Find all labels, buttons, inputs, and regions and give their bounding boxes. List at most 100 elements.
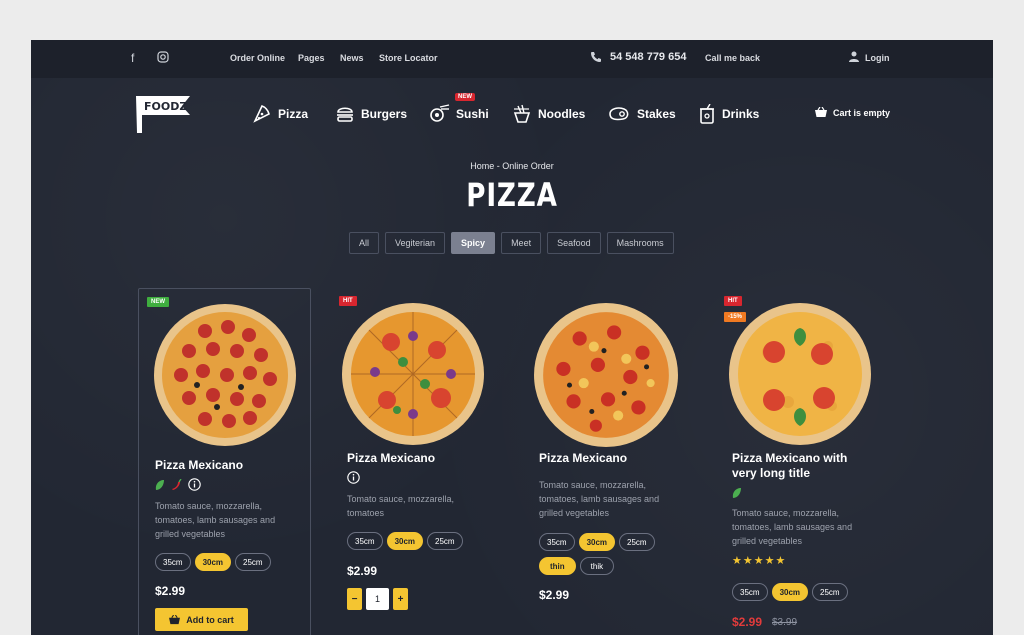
filter-vegiterian[interactable]: Vegiterian	[385, 232, 446, 254]
product-name[interactable]: Pizza Mexicano	[155, 458, 243, 473]
breadcrumb[interactable]: Home - Online Order	[31, 161, 993, 171]
chili-icon	[172, 478, 182, 490]
old-price: $3.99	[772, 617, 798, 628]
new-badge: NEW	[147, 297, 169, 307]
pizza-image[interactable]	[341, 302, 485, 446]
size-option-35[interactable]: 35cm	[732, 583, 768, 601]
filter-meet[interactable]: Meet	[501, 232, 542, 254]
nav-item-drinks[interactable]: Drinks	[698, 103, 759, 125]
phone-icon	[590, 51, 602, 66]
top-bar: f Order Online Pages News Store Locator …	[31, 40, 993, 78]
size-option-25[interactable]: 25cm	[619, 533, 655, 551]
product-card[interactable]: HIT Pizza Mexicano Tomato sauce, mozzare…	[331, 288, 504, 635]
page-title: PIZZA	[466, 176, 558, 214]
product-name[interactable]: Pizza Mexicano	[539, 451, 627, 466]
product-card[interactable]: Pizza Mexicano Tomato sauce, mozzarella,…	[523, 288, 696, 635]
info-icon[interactable]	[347, 471, 360, 484]
rating-stars: ★★★★★	[732, 555, 787, 567]
topbar-link-pages[interactable]: Pages	[298, 53, 325, 63]
nav-item-noodles[interactable]: Noodles	[512, 103, 585, 125]
nav-item-pizza[interactable]: Pizza	[252, 103, 308, 125]
size-option-35[interactable]: 35cm	[539, 533, 575, 551]
size-options: 35cm 30cm 25cm	[732, 583, 848, 601]
size-option-25[interactable]: 25cm	[812, 583, 848, 601]
product-price: $2.99	[347, 564, 378, 578]
facebook-icon[interactable]: f	[131, 51, 134, 65]
topbar-link-store-locator[interactable]: Store Locator	[379, 53, 438, 63]
size-options: 35cm 30cm 25cm	[347, 532, 463, 550]
product-name[interactable]: Pizza Mexicano	[347, 451, 435, 466]
size-option-25[interactable]: 25cm	[235, 553, 271, 571]
basket-icon	[169, 614, 181, 624]
product-description: Tomato sauce, mozzarella, tomatoes, lamb …	[539, 480, 660, 518]
quantity-stepper: − 1 +	[347, 588, 408, 610]
brand-logo[interactable]: FOODZ	[134, 93, 192, 140]
product-card[interactable]: NEW Pizza Mexicano Tomato sauce, mozzare…	[138, 288, 311, 635]
pizza-image[interactable]	[728, 302, 872, 446]
noodles-icon	[513, 104, 531, 123]
user-icon[interactable]	[849, 51, 859, 65]
increase-button[interactable]: +	[393, 588, 408, 610]
leaf-icon	[155, 479, 164, 490]
product-description: Tomato sauce, mozzarella, tomatoes, lamb …	[155, 501, 276, 539]
drink-icon	[700, 104, 714, 124]
size-option-35[interactable]: 35cm	[347, 532, 383, 550]
app-frame: f Order Online Pages News Store Locator …	[31, 40, 993, 635]
nav-item-burgers[interactable]: Burgers	[335, 103, 407, 125]
info-icon[interactable]	[188, 478, 201, 491]
logo-text: FOODZ	[144, 100, 187, 113]
discount-badge: -15%	[724, 312, 747, 322]
nav-new-badge: NEW	[455, 93, 475, 101]
add-to-cart-label: Add to cart	[186, 614, 234, 625]
phone-number[interactable]: 54 548 779 654	[610, 51, 686, 63]
product-card[interactable]: HIT -15% Pizza Mexicano with very long ti…	[716, 288, 889, 635]
size-option-25[interactable]: 25cm	[427, 532, 463, 550]
nav-item-label: Stakes	[637, 107, 676, 121]
basket-icon	[815, 107, 827, 117]
add-to-cart-button[interactable]: Add to cart	[155, 608, 248, 631]
filter-all[interactable]: All	[349, 232, 380, 254]
size-options: 35cm 30cm 25cm	[539, 533, 655, 551]
size-options: 35cm 30cm 25cm	[155, 553, 271, 571]
crust-options: thin thik	[539, 557, 615, 575]
quantity-input[interactable]: 1	[366, 588, 389, 610]
instagram-icon[interactable]	[157, 51, 169, 66]
burger-icon	[337, 107, 353, 122]
leaf-icon	[732, 488, 741, 498]
decrease-button[interactable]: −	[347, 588, 362, 610]
pizza-icon	[253, 105, 270, 123]
product-description: Tomato sauce, mozzarella, tomatoes	[347, 494, 455, 518]
hit-badge: HIT	[724, 296, 742, 306]
sale-price: $2.99	[732, 615, 763, 629]
filter-mashrooms[interactable]: Mashrooms	[606, 232, 674, 254]
nav-item-label: Noodles	[538, 107, 586, 121]
crust-option-thin[interactable]: thin	[539, 557, 576, 575]
steak-icon	[609, 107, 629, 121]
product-price: $2.99	[155, 584, 186, 598]
pizza-image[interactable]	[153, 303, 297, 447]
nav-item-label: Pizza	[278, 107, 309, 121]
nav-item-label: Sushi	[456, 107, 489, 121]
login-link[interactable]: Login	[865, 53, 890, 63]
crust-option-thik[interactable]: thik	[579, 557, 615, 575]
size-option-30[interactable]: 30cm	[771, 583, 809, 601]
nav-item-stakes[interactable]: Stakes	[607, 103, 676, 125]
product-price: $2.99	[539, 588, 570, 602]
size-option-30[interactable]: 30cm	[386, 532, 424, 550]
call-me-back-link[interactable]: Call me back	[705, 53, 760, 63]
nav-item-label: Drinks	[722, 107, 760, 121]
product-name[interactable]: Pizza Mexicano with very long title	[732, 451, 847, 481]
size-option-35[interactable]: 35cm	[155, 553, 191, 571]
size-option-30[interactable]: 30cm	[578, 533, 616, 551]
nav-item-sushi[interactable]: Sushi	[428, 103, 489, 125]
product-tags	[155, 478, 201, 491]
topbar-link-news[interactable]: News	[340, 53, 364, 63]
cart-button[interactable]: Cart is empty	[815, 107, 890, 118]
nav-item-label: Burgers	[361, 107, 408, 121]
product-description: Tomato sauce, mozzarella, tomatoes, lamb …	[732, 508, 853, 546]
filter-seafood[interactable]: Seafood	[547, 232, 601, 254]
filter-spicy[interactable]: Spicy	[451, 232, 496, 254]
topbar-link-order-online[interactable]: Order Online	[230, 53, 285, 63]
size-option-30[interactable]: 30cm	[194, 553, 232, 571]
pizza-image[interactable]	[533, 302, 679, 448]
